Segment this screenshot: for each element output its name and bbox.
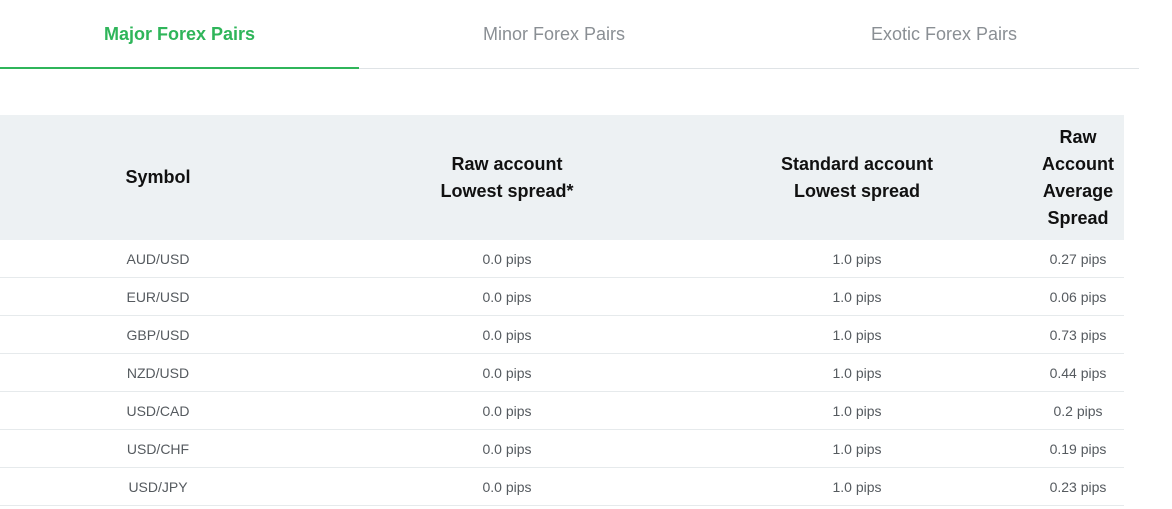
cell-raw-lowest-spread: 0.0 pips — [482, 326, 532, 343]
cell-raw-average-spread: 0.19 pips — [1049, 440, 1107, 457]
cell-standard-lowest-spread: 1.0 pips — [832, 288, 882, 305]
cell-standard-lowest-spread: 1.0 pips — [832, 326, 882, 343]
table-body: AUD/USD 0.0 pips 1.0 pips 0.27 pips EUR/USD 0… — [0, 240, 1124, 506]
cell-raw-average-spread: 0.23 pips — [1049, 478, 1107, 495]
table-row: USD/CAD 0.0 pips 1.0 pips 0.2 pips — [0, 392, 1124, 430]
spreads-table: Symbol Raw account Lowest spread* Standa… — [0, 115, 1124, 506]
tab-minor-forex-pairs[interactable]: Minor Forex Pairs — [359, 0, 749, 68]
cell-symbol: USD/CAD — [126, 402, 190, 419]
cell-standard-lowest-spread: 1.0 pips — [832, 478, 882, 495]
cell-standard-lowest-spread: 1.0 pips — [832, 402, 882, 419]
cell-standard-lowest-spread: 1.0 pips — [832, 364, 882, 381]
cell-standard-lowest-spread: 1.0 pips — [832, 250, 882, 267]
table-row: EUR/USD 0.0 pips 1.0 pips 0.06 pips — [0, 278, 1124, 316]
cell-raw-lowest-spread: 0.0 pips — [482, 288, 532, 305]
table-row: AUD/USD 0.0 pips 1.0 pips 0.27 pips — [0, 240, 1124, 278]
tab-major-forex-pairs[interactable]: Major Forex Pairs — [0, 0, 359, 69]
cell-symbol: EUR/USD — [126, 288, 190, 305]
cell-raw-lowest-spread: 0.0 pips — [482, 478, 532, 495]
header-standard-lowest-spread: Standard account Lowest spread — [780, 153, 934, 201]
cell-symbol: USD/CHF — [126, 440, 190, 457]
cell-raw-average-spread: 0.73 pips — [1049, 326, 1107, 343]
forex-pairs-tabs: Major Forex Pairs Minor Forex Pairs Exot… — [0, 0, 1139, 69]
cell-raw-average-spread: 0.06 pips — [1049, 288, 1107, 305]
cell-raw-lowest-spread: 0.0 pips — [482, 364, 532, 381]
cell-raw-average-spread: 0.44 pips — [1049, 364, 1107, 381]
table-header: Symbol Raw account Lowest spread* Standa… — [0, 115, 1124, 240]
tab-exotic-forex-pairs[interactable]: Exotic Forex Pairs — [749, 0, 1139, 68]
cell-symbol: AUD/USD — [126, 250, 190, 267]
cell-symbol: USD/JPY — [128, 478, 188, 495]
header-symbol: Symbol — [125, 167, 191, 187]
cell-raw-average-spread: 0.2 pips — [1053, 402, 1103, 419]
header-raw-average-spread: Raw Account Average Spread — [1042, 126, 1114, 228]
table-row: NZD/USD 0.0 pips 1.0 pips 0.44 pips — [0, 354, 1124, 392]
cell-symbol: NZD/USD — [126, 364, 190, 381]
cell-raw-lowest-spread: 0.0 pips — [482, 402, 532, 419]
table-row: USD/CHF 0.0 pips 1.0 pips 0.19 pips — [0, 430, 1124, 468]
table-row: GBP/USD 0.0 pips 1.0 pips 0.73 pips — [0, 316, 1124, 354]
cell-raw-lowest-spread: 0.0 pips — [482, 250, 532, 267]
cell-symbol: GBP/USD — [126, 326, 190, 343]
cell-raw-average-spread: 0.27 pips — [1049, 250, 1107, 267]
cell-raw-lowest-spread: 0.0 pips — [482, 440, 532, 457]
table-row: USD/JPY 0.0 pips 1.0 pips 0.23 pips — [0, 468, 1124, 506]
header-raw-lowest-spread: Raw account Lowest spread* — [440, 153, 574, 201]
cell-standard-lowest-spread: 1.0 pips — [832, 440, 882, 457]
